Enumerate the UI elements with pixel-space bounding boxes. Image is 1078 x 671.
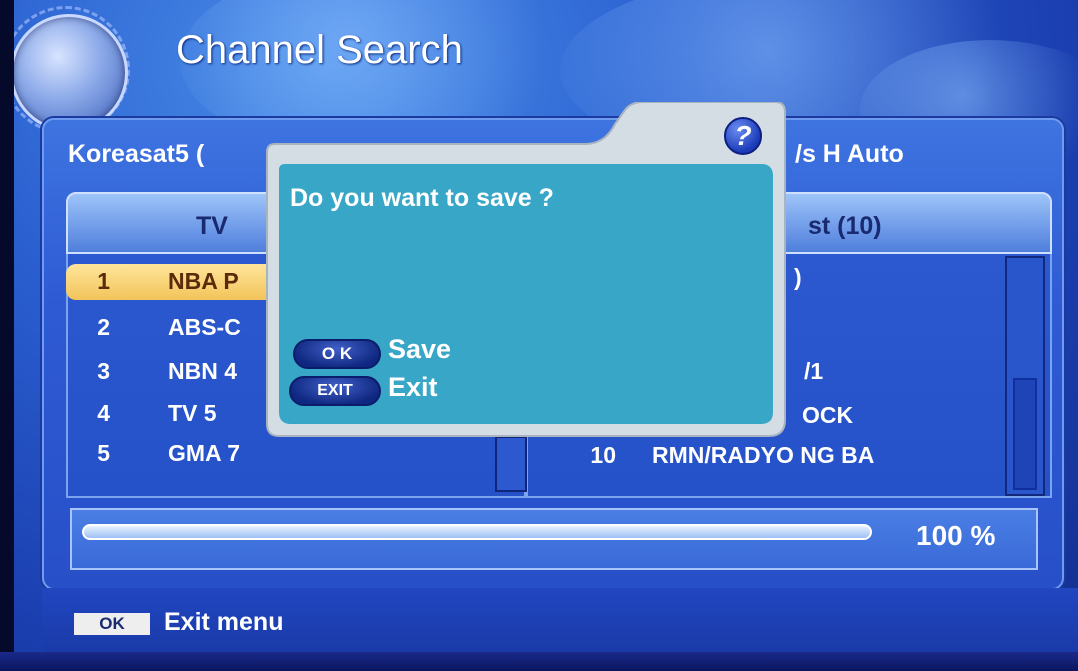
- transponder-info: Koreasat5 (: [68, 140, 205, 168]
- list-scrollbar[interactable]: [1005, 256, 1045, 496]
- tv-screen: Channel Search Koreasat5 ( /s H Auto TV …: [0, 0, 1078, 671]
- channel-number: 1: [97, 268, 110, 294]
- dialog-message: Do you want to save ?: [290, 184, 554, 212]
- channel-name: ): [794, 264, 802, 290]
- exit-button[interactable]: Exit: [388, 372, 438, 403]
- channel-number: 5: [97, 440, 110, 466]
- search-progress-percent: 100 %: [916, 520, 996, 551]
- channel-name: TV 5: [168, 400, 217, 426]
- tv-list-header-label: TV: [196, 212, 228, 240]
- tv-bezel-left: [0, 0, 14, 671]
- channel-name: ABS-C: [168, 314, 241, 340]
- channel-number: 10: [590, 442, 616, 468]
- ok-key-icon[interactable]: OK: [74, 613, 150, 635]
- channel-name: RMN/RADYO NG BA: [652, 442, 875, 468]
- save-button[interactable]: Save: [388, 334, 451, 365]
- channel-name: NBA P: [168, 268, 239, 294]
- ok-key-icon[interactable]: O K: [293, 339, 381, 369]
- channel-number: 3: [97, 358, 110, 384]
- tv-bezel-bottom: [0, 652, 1078, 671]
- question-mark-icon: ?: [724, 117, 762, 155]
- exit-key-icon[interactable]: EXIT: [289, 376, 381, 406]
- list-item[interactable]: 5 GMA 7: [66, 440, 396, 476]
- channel-name: NBN 4: [168, 358, 238, 384]
- search-progress-track: [70, 508, 1038, 570]
- footer-hint: Exit menu: [164, 608, 284, 636]
- radio-list-header-label: st (10): [808, 212, 882, 240]
- channel-name: OCK: [802, 402, 854, 428]
- globe-logo-sphere: [10, 14, 128, 132]
- channel-name: GMA 7: [168, 440, 240, 466]
- column-divider: [495, 436, 527, 492]
- transponder-info-tail: /s H Auto: [795, 140, 904, 168]
- search-progress-fill: [82, 524, 872, 540]
- channel-number: 2: [97, 314, 110, 340]
- channel-name: /1: [804, 358, 824, 384]
- channel-number: 4: [97, 400, 110, 426]
- page-title: Channel Search: [176, 28, 463, 72]
- scrollbar-thumb[interactable]: [1013, 378, 1037, 490]
- list-item[interactable]: 10 RMN/RADYO NG BA: [570, 442, 990, 478]
